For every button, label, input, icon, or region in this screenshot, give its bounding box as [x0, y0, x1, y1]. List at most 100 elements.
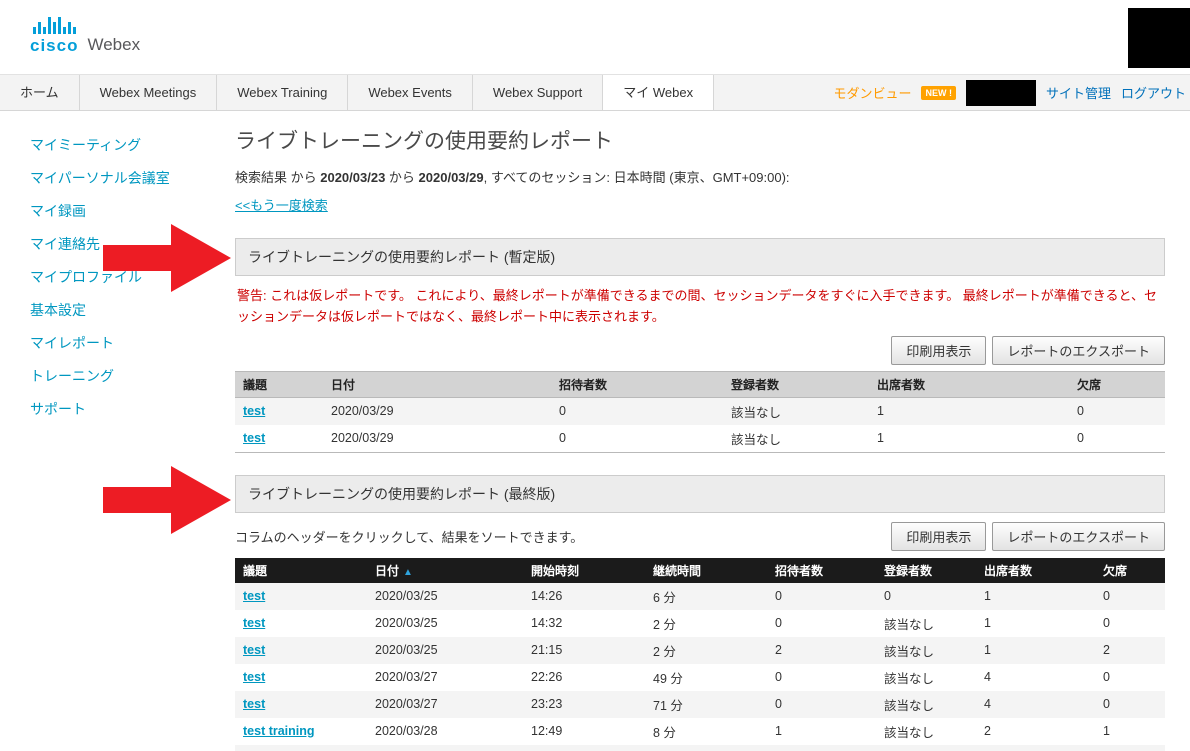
logout-link[interactable]: ログアウト [1121, 83, 1186, 102]
redaction-box-top-right [1128, 8, 1190, 68]
sidebar-menu: マイミーティングマイパーソナル会議室マイ録画マイ連絡先マイプロファイル基本設定マ… [30, 135, 235, 419]
cell: 71 分 [645, 691, 767, 718]
redaction-box-username [966, 80, 1036, 106]
sidebar-item: マイレポート [30, 333, 235, 353]
sidebar: マイミーティングマイパーソナル会議室マイ録画マイ連絡先マイプロファイル基本設定マ… [0, 111, 235, 751]
cell: 4 [976, 691, 1095, 718]
topic-link[interactable]: test training [243, 724, 315, 738]
cell: 1 [976, 610, 1095, 637]
cell: 0 [551, 397, 723, 425]
column-header[interactable]: 登録者数 [876, 558, 976, 583]
sidebar-link[interactable]: マイミーティング [30, 137, 141, 153]
final-section-heading: ライブトレーニングの使用要約レポート (最終版) [235, 475, 1165, 513]
topic-link[interactable]: test [243, 616, 265, 630]
sort-ascending-icon: ▲ [403, 567, 413, 578]
cell: test [235, 610, 367, 637]
new-badge: NEW ! [921, 86, 956, 100]
cell: 0 [767, 583, 876, 610]
column-header[interactable]: 欠席 [1069, 371, 1165, 397]
cell: 1 [976, 583, 1095, 610]
tab-webex-meetings[interactable]: Webex Meetings [80, 75, 218, 110]
site-admin-link[interactable]: サイト管理 [1046, 83, 1111, 102]
cell: 4 [976, 664, 1095, 691]
tab-home[interactable]: ホーム [0, 75, 80, 110]
topic-link[interactable]: test [243, 643, 265, 657]
export-report-button[interactable]: レポートのエクスポート [992, 522, 1165, 551]
cell: 0 [767, 691, 876, 718]
topic-link[interactable]: test [243, 670, 265, 684]
column-header[interactable]: 招待者数 [551, 371, 723, 397]
report-row: test2020/03/2722:2649 分0該当なし40 [235, 664, 1165, 691]
cell: 22:26 [523, 664, 645, 691]
cell: test [235, 745, 367, 751]
final-table-header: 議題日付▲開始時刻継続時間招待者数登録者数出席者数欠席 [235, 558, 1165, 583]
date-from: 2020/03/23 [320, 170, 385, 185]
cell: 0 [551, 425, 723, 453]
cell: 該当なし [723, 397, 869, 425]
cell: test [235, 425, 323, 453]
cell: 該当なし [876, 610, 976, 637]
nav-tabs: ホーム Webex Meetings Webex Training Webex … [0, 75, 714, 110]
sidebar-link[interactable]: マイ録画 [30, 203, 86, 219]
search-again-link[interactable]: <<もう一度検索 [235, 195, 328, 214]
cell: test [235, 637, 367, 664]
cell: 1 [976, 637, 1095, 664]
header-row: 議題日付招待者数登録者数出席者数欠席 [235, 371, 1165, 397]
cell: 1 [869, 425, 1069, 453]
cell: 該当なし [876, 637, 976, 664]
cell: 0 [767, 745, 876, 751]
sidebar-link[interactable]: マイプロファイル [30, 269, 142, 285]
column-header[interactable]: 継続時間 [645, 558, 767, 583]
topic-link[interactable]: test [243, 404, 265, 418]
report-row: test2020/03/2820:341 分0該当なし10 [235, 745, 1165, 751]
cell: test training [235, 718, 367, 745]
column-header[interactable]: 欠席 [1095, 558, 1165, 583]
cell: test [235, 583, 367, 610]
tab-webex-support[interactable]: Webex Support [473, 75, 603, 110]
report-row: test2020/03/2514:266 分0010 [235, 583, 1165, 610]
page-title: ライブトレーニングの使用要約レポート [235, 125, 1165, 155]
print-view-button[interactable]: 印刷用表示 [891, 336, 986, 365]
modern-view-link[interactable]: モダンビュー [833, 83, 911, 102]
column-header[interactable]: 議題 [235, 371, 323, 397]
sidebar-item: サポート [30, 399, 235, 419]
sidebar-link[interactable]: トレーニング [30, 368, 114, 384]
topic-link[interactable]: test [243, 431, 265, 445]
topic-link[interactable]: test [243, 589, 265, 603]
sidebar-link[interactable]: マイパーソナル会議室 [30, 170, 170, 186]
tab-webex-events[interactable]: Webex Events [348, 75, 473, 110]
sidebar-link[interactable]: サポート [30, 401, 86, 417]
sidebar-link[interactable]: マイ連絡先 [30, 236, 100, 252]
column-header[interactable]: 日付 [323, 371, 551, 397]
tab-webex-training[interactable]: Webex Training [217, 75, 348, 110]
cell: 1 [767, 718, 876, 745]
final-table-body: test2020/03/2514:266 分0010test2020/03/25… [235, 583, 1165, 751]
top-header: cisco Webex [0, 0, 1190, 74]
column-header[interactable]: 招待者数 [767, 558, 876, 583]
column-header[interactable]: 開始時刻 [523, 558, 645, 583]
topic-link[interactable]: test [243, 697, 265, 711]
column-header[interactable]: 議題 [235, 558, 367, 583]
cell: 該当なし [876, 691, 976, 718]
print-view-button[interactable]: 印刷用表示 [891, 522, 986, 551]
cell: 2020/03/25 [367, 610, 523, 637]
final-toolbar: コラムのヘッダーをクリックして、結果をソートできます。 印刷用表示 レポートのエ… [235, 522, 1165, 551]
report-row: test2020/03/2521:152 分2該当なし12 [235, 637, 1165, 664]
interim-report-section: ライブトレーニングの使用要約レポート (暫定版) 警告: これは仮レポートです。… [235, 238, 1165, 453]
sidebar-link[interactable]: マイレポート [30, 335, 114, 351]
sidebar-link[interactable]: 基本設定 [30, 302, 86, 318]
report-row: test2020/03/2514:322 分0該当なし10 [235, 610, 1165, 637]
cell: 0 [1095, 610, 1165, 637]
column-header[interactable]: 出席者数 [869, 371, 1069, 397]
cisco-bars-icon [33, 16, 76, 34]
tab-my-webex[interactable]: マイ Webex [603, 75, 714, 110]
search-summary: 検索結果 から 2020/03/23 から 2020/03/29, すべてのセッ… [235, 167, 1165, 186]
cell: 1 [1095, 718, 1165, 745]
column-header[interactable]: 日付▲ [367, 558, 523, 583]
cisco-wordmark: cisco [30, 37, 78, 54]
export-report-button[interactable]: レポートのエクスポート [992, 336, 1165, 365]
column-header[interactable]: 出席者数 [976, 558, 1095, 583]
column-header[interactable]: 登録者数 [723, 371, 869, 397]
interim-table-header: 議題日付招待者数登録者数出席者数欠席 [235, 371, 1165, 397]
cell: 2 [1095, 637, 1165, 664]
